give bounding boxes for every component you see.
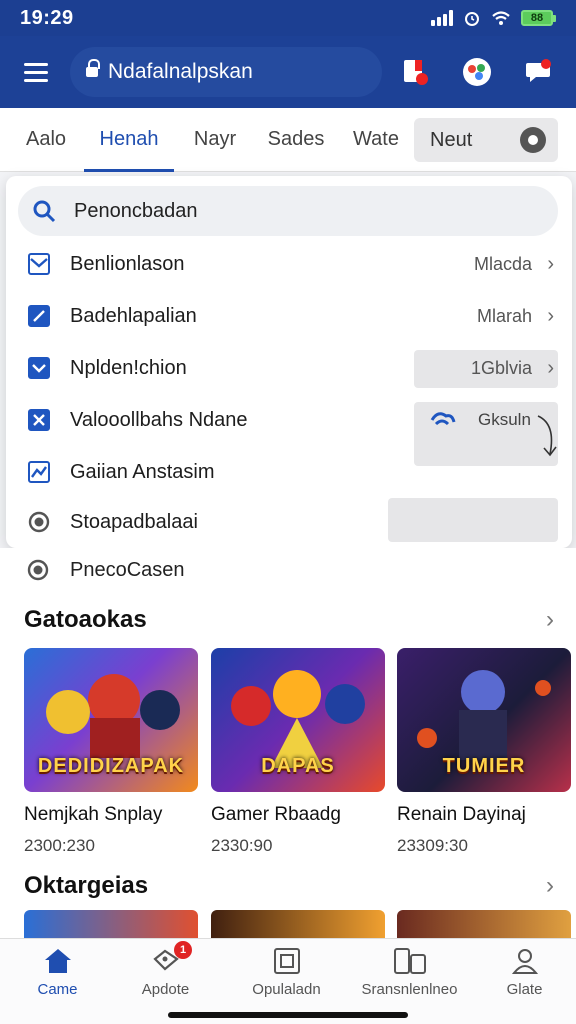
battery-icon: 88 [521, 10, 556, 26]
nav-profile[interactable]: Glate [467, 947, 576, 1003]
profile-icon [511, 949, 538, 974]
menu-item[interactable]: Badehlapalian Mlarah › [6, 290, 572, 342]
chevron-right-icon[interactable]: › [546, 872, 554, 900]
game-thumbnail[interactable] [397, 910, 571, 938]
game-thumbnail: DAPAS [211, 648, 385, 792]
assistant-button[interactable] [454, 49, 500, 95]
menu-item[interactable]: Valooollbahs Ndane Gksuln [6, 394, 572, 457]
clock: 19:29 [20, 6, 74, 29]
menu-item-value: Gksuln [478, 410, 531, 429]
chevron-right-icon: › [547, 304, 554, 327]
home-indicator[interactable] [168, 1012, 408, 1018]
tab-bar: Aalo Henah Nayr Sades Wate Neut [0, 108, 576, 172]
game-count: 2330:90 [211, 836, 273, 855]
status-bar: 19:29 88 [0, 0, 576, 36]
chevron-right-icon: › [547, 252, 554, 275]
game-thumbnail-title: DAPAS [261, 755, 335, 777]
menu-item-value: Mlacda [473, 253, 532, 274]
cloud-icon [430, 412, 456, 426]
tab-aalo[interactable]: Aalo [12, 108, 80, 172]
game-card[interactable]: DEDIDIZAPAK Nemjkah Snplay 2300:230 [24, 648, 200, 856]
game-thumbnail-title: DEDIDIZAPAK [37, 755, 185, 777]
menu-item-value: Mlarah [476, 305, 532, 326]
game-count: 2300:230 [24, 836, 95, 855]
chat-icon [526, 59, 551, 82]
wifi-icon [492, 11, 510, 25]
search-placeholder: Penoncbadan [74, 199, 198, 222]
nav-label: Apdote [141, 981, 190, 998]
menu-item[interactable]: Nplden!chion 1Gblvia › [6, 342, 572, 394]
menu-item-label: Benlionlason [70, 252, 185, 275]
assistant-icon [463, 58, 491, 86]
notification-badge: 1 [174, 941, 192, 959]
menu-item[interactable]: Gaiian Anstasim [6, 446, 572, 498]
nav-label: Came [37, 981, 78, 998]
menu-item-label: PnecoCasen [70, 558, 185, 581]
chat-button[interactable] [516, 49, 562, 95]
nav-label: Opulaladn [252, 981, 321, 998]
section-title: Gatoaokas [24, 606, 147, 633]
chevron-right-icon: › [547, 356, 554, 379]
url-text: Ndafalnalpskan [108, 60, 253, 83]
menu-item[interactable]: Stoapadbalaai [6, 496, 572, 548]
game-card[interactable]: DAPAS Gamer Rbaadg 2330:90 [211, 648, 387, 856]
menu-item-label: Gaiian Anstasim [70, 460, 215, 483]
game-card[interactable]: TUMIER Renain Dayinaj 23309:30 [397, 648, 573, 856]
nav-home[interactable]: Came [0, 947, 115, 1003]
game-count: 23309:30 [397, 836, 468, 855]
menu-item-label: Badehlapalian [70, 304, 197, 327]
tab-henah[interactable]: Henah [84, 108, 174, 172]
nav-updates[interactable]: 1 Apdote [108, 941, 223, 1003]
envelope-icon [26, 251, 52, 277]
game-thumbnail-title: TUMIER [442, 755, 526, 777]
app-bar: Ndafalnalpskan [0, 36, 576, 108]
checkbox-icon [26, 355, 52, 381]
menu-item[interactable]: Benlionlason Mlacda › [6, 238, 572, 290]
nav-library[interactable]: Opulaladn [229, 947, 344, 1003]
nav-devices[interactable]: Sransnlenlneo [352, 947, 467, 1003]
menu-item-label: Stoapadbalaai [70, 510, 198, 533]
menu-item-extra[interactable]: PnecoCasen [0, 548, 576, 592]
menu-item-value: 1Gblvia [470, 357, 532, 378]
library-icon [273, 948, 300, 974]
close-box-icon [26, 407, 52, 433]
main-content: Gatoaokas › DEDIDIZAPAK Nemjkah Snplay 2… [0, 592, 576, 938]
chevron-right-icon[interactable]: › [546, 606, 554, 634]
game-thumbnail: TUMIER [397, 648, 571, 792]
bookmark-button[interactable] [392, 49, 438, 95]
tab-wate[interactable]: Wate [342, 108, 410, 172]
radio-icon [27, 559, 49, 581]
edit-icon [26, 303, 52, 329]
dropdown-menu: Penoncbadan Benlionlason Mlacda › Badehl… [6, 176, 572, 548]
menu-icon[interactable] [14, 50, 58, 94]
game-title: Nemjkah Snplay [24, 804, 163, 825]
nav-label: Glate [506, 981, 543, 998]
radio-icon [26, 509, 52, 535]
tab-more-button[interactable]: Neut [414, 118, 558, 162]
menu-item-label: Nplden!chion [70, 356, 187, 379]
tab-sades[interactable]: Sades [256, 108, 336, 172]
search-field[interactable]: Penoncbadan [18, 186, 558, 236]
game-title: Gamer Rbaadg [211, 804, 341, 825]
search-icon [33, 200, 56, 223]
tab-more-label: Neut [430, 128, 473, 151]
alarm-icon [465, 12, 479, 26]
game-thumbnail[interactable] [24, 910, 198, 938]
more-icon [520, 127, 546, 153]
nav-label: Sransnlenlneo [361, 981, 458, 998]
chart-icon [26, 459, 52, 485]
lock-icon [86, 59, 100, 79]
address-bar[interactable]: Ndafalnalpskan [70, 47, 382, 97]
game-title: Renain Dayinaj [397, 804, 526, 825]
home-icon [44, 949, 71, 973]
signal-icon [431, 10, 453, 26]
menu-item-label: Valooollbahs Ndane [70, 408, 248, 431]
bookmark-icon [404, 60, 428, 85]
devices-icon [393, 948, 426, 974]
tab-nayr[interactable]: Nayr [180, 108, 250, 172]
section-title: Oktargeias [24, 872, 149, 899]
game-thumbnail[interactable] [211, 910, 385, 938]
game-thumbnail: DEDIDIZAPAK [24, 648, 198, 792]
